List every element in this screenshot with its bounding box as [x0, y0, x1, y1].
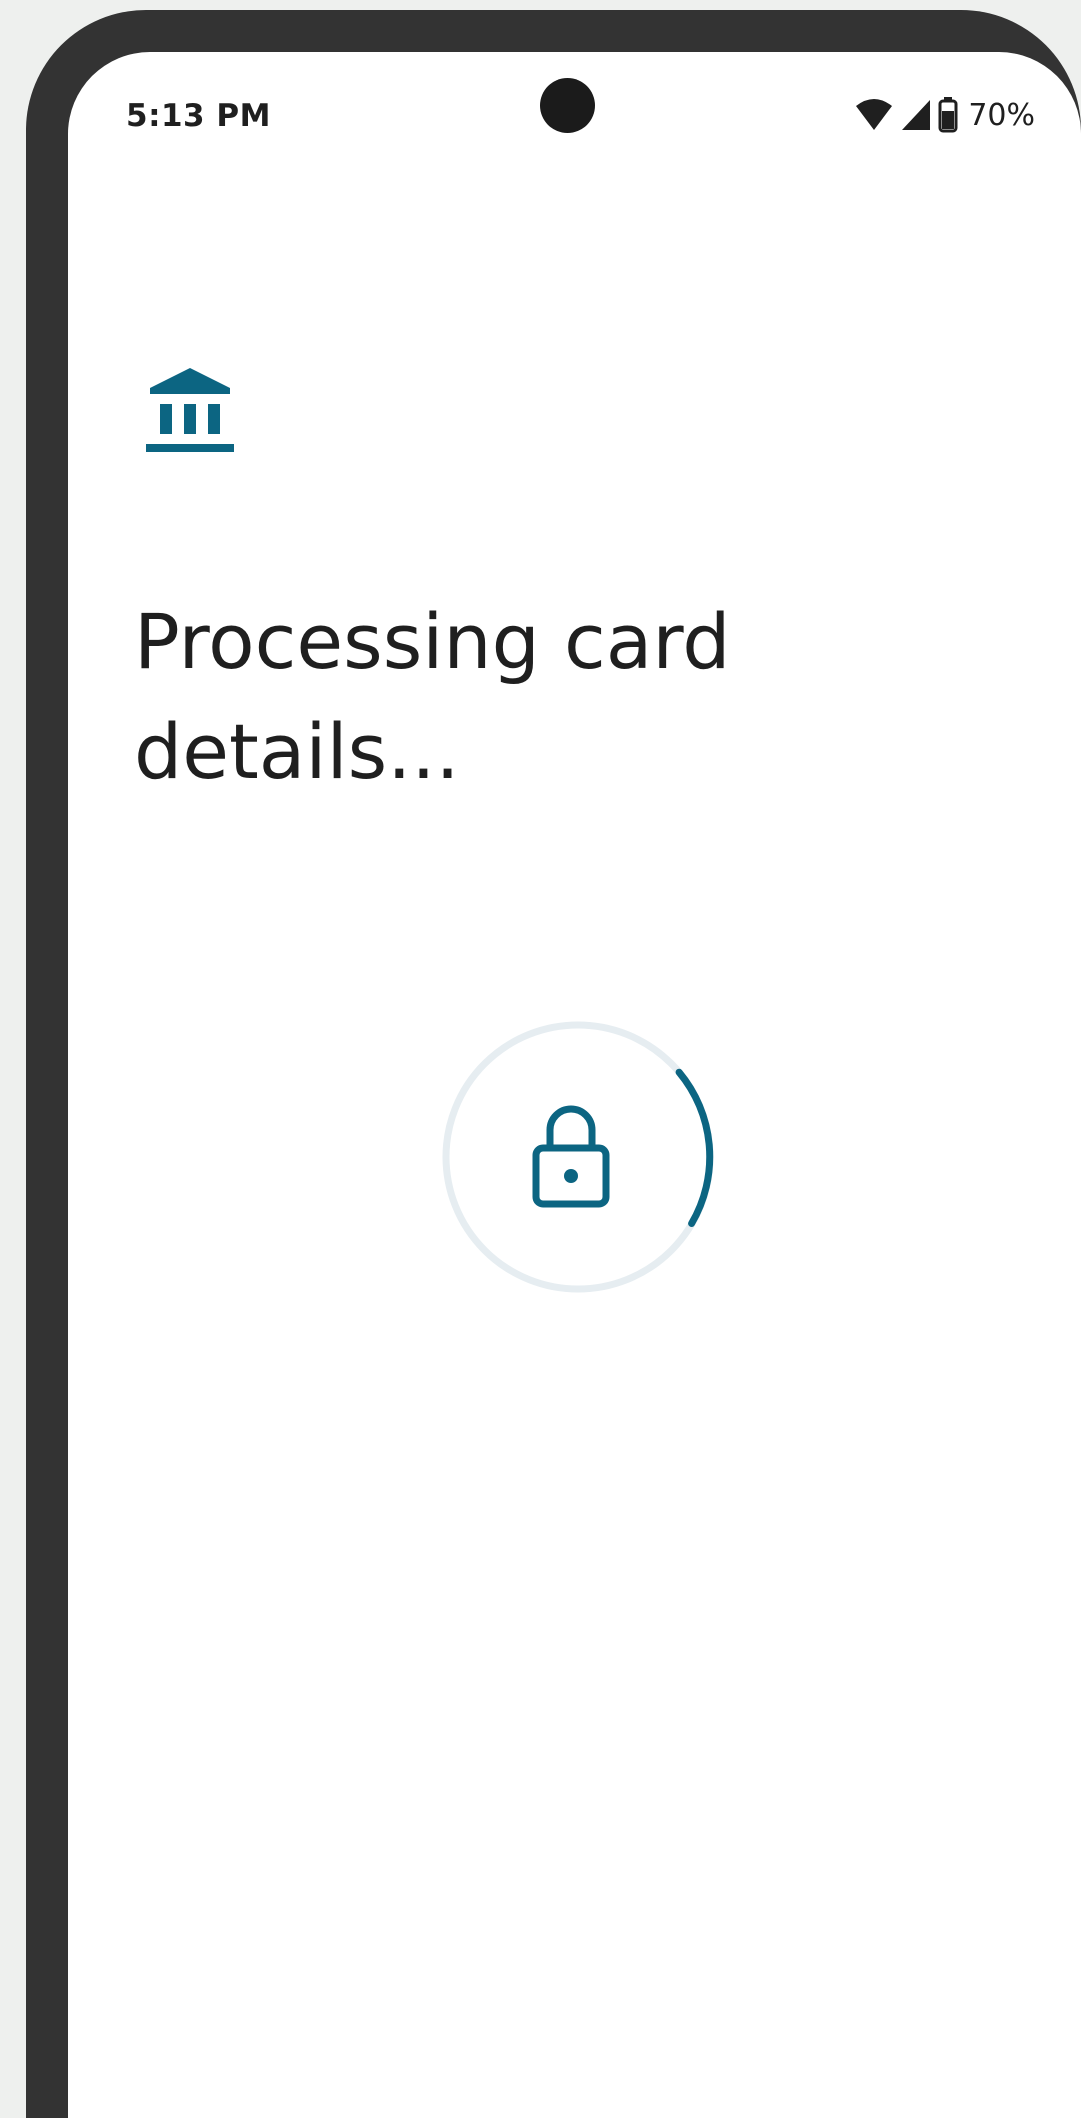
front-camera [540, 78, 595, 133]
bank-icon [146, 362, 234, 458]
wifi-icon [854, 98, 894, 132]
phone-screen: 5:13 PM 70% Processing card details... [68, 52, 1081, 2118]
status-time: 5:13 PM [126, 98, 271, 134]
status-bar: 5:13 PM 70% [68, 52, 1081, 172]
cell-signal-icon [900, 98, 932, 132]
battery-percent: 70% [968, 97, 1035, 133]
battery-icon [938, 97, 958, 133]
page-title: Processing card details... [134, 597, 731, 796]
lock-icon [526, 1102, 616, 1212]
status-icons: 70% [854, 92, 1035, 138]
